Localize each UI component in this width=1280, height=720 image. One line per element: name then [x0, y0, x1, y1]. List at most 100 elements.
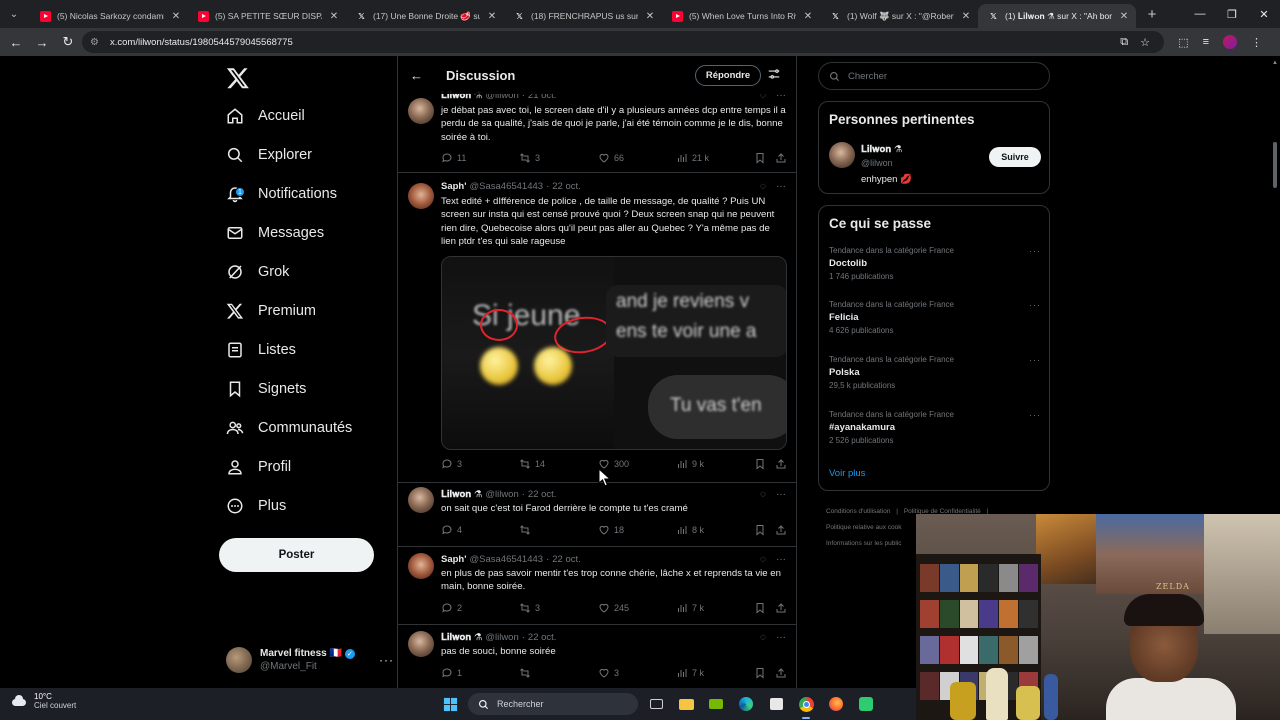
- more-icon[interactable]: ···: [776, 554, 786, 565]
- grok-icon[interactable]: ◌: [760, 632, 766, 643]
- close-icon[interactable]: ✕: [328, 11, 340, 22]
- trend-item[interactable]: Tendance dans la catégorie France Polska…: [829, 355, 1041, 390]
- tweet-date[interactable]: 22 oct.: [528, 632, 557, 643]
- scrollbar-thumb[interactable]: [1273, 142, 1277, 188]
- restore-icon[interactable]: ❐: [1216, 0, 1248, 28]
- repost-action[interactable]: 3: [519, 602, 540, 614]
- tweet[interactable]: 𝐋𝐢𝐥𝐰𝐨𝐧 ⚗ @lilwon · 22 oct. ◌ ··· pas de …: [398, 625, 796, 688]
- game-app-icon[interactable]: [854, 692, 878, 716]
- repost-action[interactable]: [519, 667, 535, 679]
- avatar[interactable]: [408, 631, 434, 657]
- share-action[interactable]: [775, 667, 787, 679]
- grok-icon[interactable]: ◌: [760, 489, 766, 500]
- more-icon[interactable]: ···: [776, 489, 786, 500]
- chrome-icon[interactable]: [794, 692, 818, 719]
- tweet-author-handle[interactable]: @Sasa46541443: [470, 181, 544, 192]
- repost-action[interactable]: [519, 524, 535, 536]
- tweet-author-handle[interactable]: @Sasa46541443: [470, 554, 544, 565]
- more-icon[interactable]: ···: [1029, 410, 1041, 420]
- close-icon[interactable]: ✕: [960, 11, 972, 22]
- close-icon[interactable]: ✕: [802, 11, 814, 22]
- relevant-person[interactable]: 𝐋𝐢𝐥𝐰𝐨𝐧 ⚗ @lilwon enhypen 💋 Suivre: [829, 142, 1041, 188]
- browser-tab[interactable]: 𝕏 (17) Une Bonne Droite 🥩 sur X ✕: [346, 4, 504, 28]
- cast-icon[interactable]: ⧉: [1120, 36, 1128, 49]
- browser-tab-active[interactable]: 𝕏 (1) 𝐋𝐢𝐥𝐰𝐨𝐧 ⚗ sur X : "Ah bon ✕: [978, 4, 1136, 28]
- close-window-icon[interactable]: ✕: [1248, 0, 1280, 28]
- store-icon[interactable]: [764, 692, 788, 716]
- search-input[interactable]: Chercher: [818, 62, 1050, 90]
- nav-item-lists[interactable]: Listes: [226, 335, 296, 365]
- reply-action[interactable]: 1: [441, 667, 462, 679]
- trend-item[interactable]: Tendance dans la catégorie France #ayana…: [829, 410, 1041, 445]
- tweet[interactable]: Saph' @Sasa46541443 · 22 oct. ◌ ··· en p…: [398, 547, 796, 625]
- trend-item[interactable]: Tendance dans la catégorie France Felici…: [829, 300, 1041, 335]
- share-action[interactable]: [775, 458, 787, 470]
- tweet-date[interactable]: 22 oct.: [552, 181, 581, 192]
- repost-action[interactable]: 3: [519, 152, 540, 164]
- nav-item-notifications[interactable]: 1 Notifications: [226, 179, 337, 209]
- nav-item-bookmarks[interactable]: Signets: [226, 374, 306, 404]
- tweet-media-image[interactable]: Si jeune and je reviens v ens te voir un…: [441, 256, 787, 450]
- more-icon[interactable]: ···: [776, 632, 786, 643]
- share-action[interactable]: [775, 524, 787, 536]
- views-action[interactable]: 21 k: [676, 152, 709, 164]
- share-action[interactable]: [775, 602, 787, 614]
- nav-item-more[interactable]: Plus: [226, 491, 286, 521]
- taskbar-search[interactable]: Rechercher: [468, 693, 638, 715]
- share-action[interactable]: [775, 152, 787, 164]
- back-arrow-icon[interactable]: ←: [410, 68, 426, 83]
- windows-start-icon[interactable]: [438, 692, 462, 716]
- tweet-author-name[interactable]: 𝐋𝐢𝐥𝐰𝐨𝐧 ⚗: [441, 489, 482, 500]
- avatar[interactable]: [829, 142, 855, 168]
- browser-tab[interactable]: (5) Nicolas Sarkozy condamné ✕: [30, 4, 188, 28]
- more-icon[interactable]: ···: [1029, 300, 1041, 310]
- menu-icon[interactable]: ⋮: [1251, 36, 1262, 49]
- reply-action[interactable]: 3: [441, 458, 462, 470]
- repost-action[interactable]: 14: [519, 458, 545, 470]
- forward-icon[interactable]: →: [30, 30, 54, 54]
- tweet-date[interactable]: 22 oct.: [552, 554, 581, 565]
- nvidia-icon[interactable]: [704, 692, 728, 716]
- bookmark-action[interactable]: [754, 458, 766, 470]
- nav-item-communities[interactable]: Communautés: [226, 413, 352, 443]
- weather-widget[interactable]: 10°C Ciel couvert: [10, 692, 76, 710]
- account-switcher[interactable]: Marvel fitness 🇫🇷 ✓ @Marvel_Fit ···: [226, 642, 394, 678]
- nav-item-profile[interactable]: Profil: [226, 452, 291, 482]
- nav-item-grok[interactable]: Grok: [226, 257, 289, 287]
- more-icon[interactable]: ···: [1029, 355, 1041, 365]
- close-icon[interactable]: ✕: [486, 11, 498, 22]
- footer-link[interactable]: Informations sur les public: [826, 540, 902, 547]
- filter-icon[interactable]: [767, 67, 781, 81]
- bookmark-action[interactable]: [754, 667, 766, 679]
- close-icon[interactable]: ✕: [1118, 11, 1130, 22]
- views-action[interactable]: 8 k: [676, 524, 704, 536]
- nav-item-messages[interactable]: Messages: [226, 218, 324, 248]
- footer-link[interactable]: Politique relative aux cook: [826, 524, 902, 531]
- x-logo-icon[interactable]: [226, 66, 250, 90]
- tweet-date[interactable]: 22 oct.: [528, 489, 557, 500]
- browser-tab[interactable]: (5) SA PETITE SŒUR DISPARAÎT ✕: [188, 4, 346, 28]
- reply-action[interactable]: 2: [441, 602, 462, 614]
- like-action[interactable]: 3: [598, 667, 619, 679]
- bookmark-action[interactable]: [754, 524, 766, 536]
- site-info-icon[interactable]: ⚙: [90, 37, 104, 48]
- avatar[interactable]: [408, 487, 434, 513]
- close-icon[interactable]: ✕: [644, 11, 656, 22]
- bookmark-action[interactable]: [754, 152, 766, 164]
- more-icon[interactable]: ···: [379, 653, 394, 667]
- browser-tab[interactable]: 𝕏 (18) FRENCHRAPUS us sur X : " ✕: [504, 4, 662, 28]
- avatar[interactable]: [408, 98, 434, 124]
- scroll-up-icon[interactable]: ▲: [1272, 60, 1278, 66]
- new-tab-button[interactable]: +: [1140, 6, 1164, 23]
- media-icon[interactable]: ≡: [1203, 36, 1209, 48]
- like-action[interactable]: 66: [598, 152, 624, 164]
- tab-search-icon[interactable]: ⌄: [0, 0, 28, 28]
- grok-icon[interactable]: ◌: [760, 181, 766, 192]
- grok-icon[interactable]: ◌: [760, 554, 766, 565]
- browser-tab[interactable]: 𝕏 (1) Wolf 🐺 sur X : "@Robert8 ✕: [820, 4, 978, 28]
- reload-icon[interactable]: ↻: [56, 30, 80, 54]
- more-icon[interactable]: ···: [1029, 246, 1041, 256]
- reply-button[interactable]: Répondre: [695, 65, 761, 86]
- star-icon[interactable]: ☆: [1140, 36, 1150, 49]
- tweet[interactable]: 𝐋𝐢𝐥𝐰𝐨𝐧 ⚗ @lilwon · 22 oct. ◌ ··· on sait…: [398, 483, 796, 547]
